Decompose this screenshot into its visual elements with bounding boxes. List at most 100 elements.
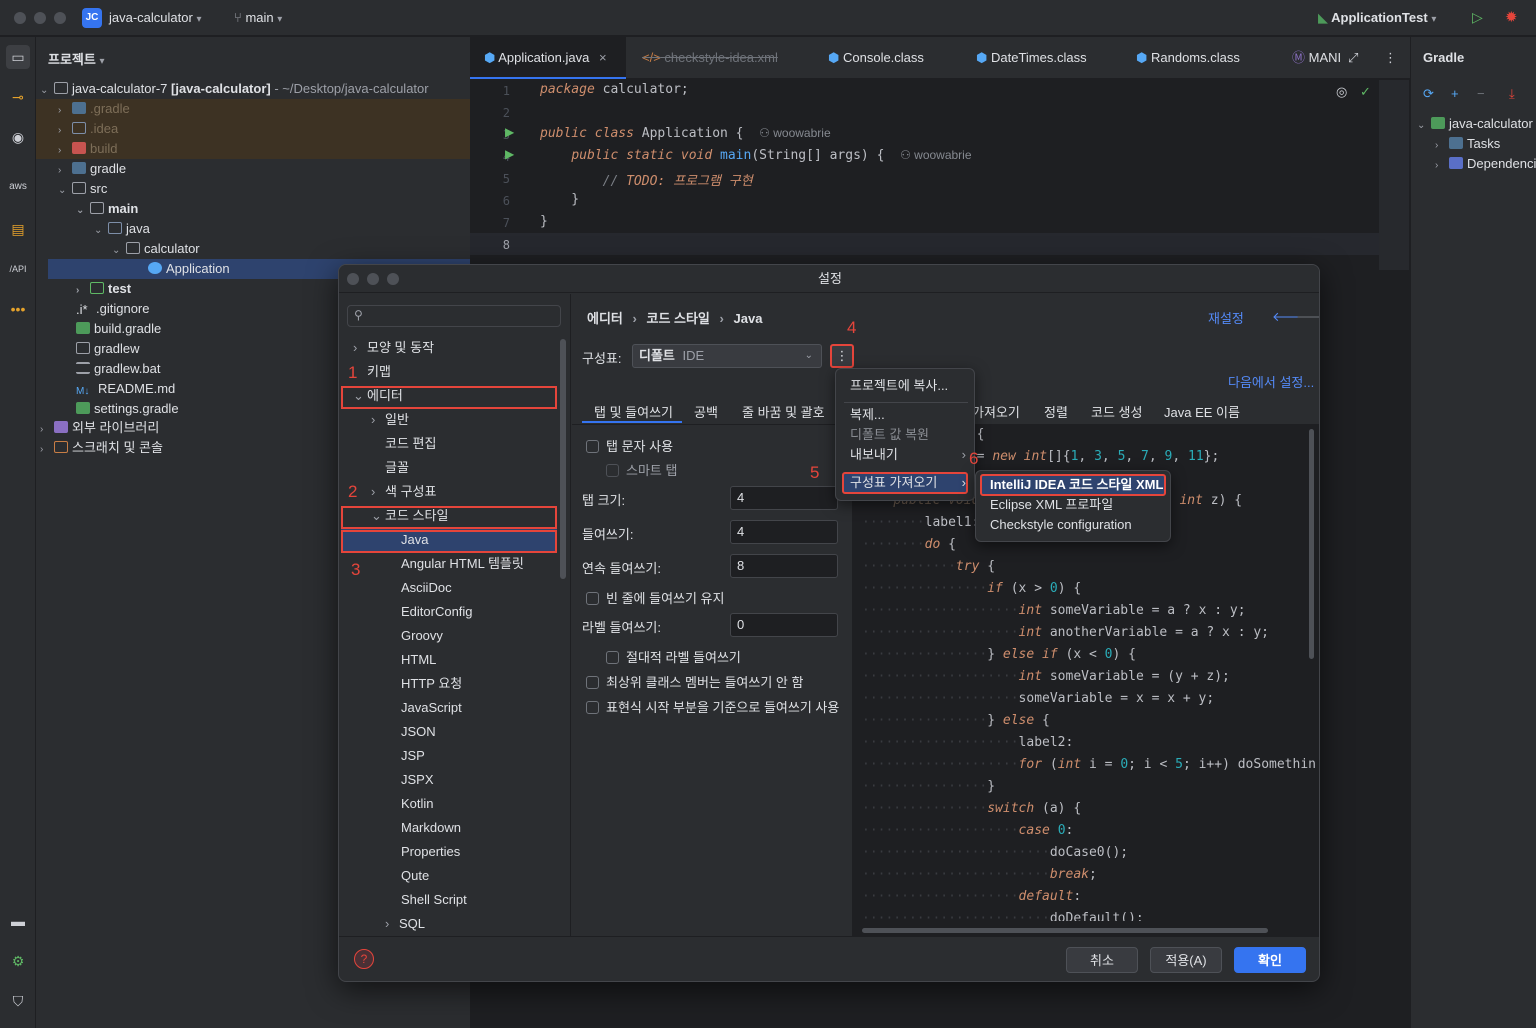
expr-indent-checkbox[interactable]: 표현식 시작 부분을 기준으로 들여쓰기 사용 — [586, 697, 839, 716]
apply-button[interactable]: 적용(A) — [1150, 947, 1222, 973]
close-icon[interactable]: × — [599, 50, 607, 65]
gradle-tree-item[interactable]: ›Dependencies — [1435, 154, 1536, 174]
ok-button[interactable]: 확인 — [1234, 947, 1306, 973]
tab-code-generation[interactable]: 코드 생성 — [1091, 402, 1142, 421]
gradle-tree-root[interactable]: ⌄ java-calculator — [1417, 114, 1533, 134]
run-gutter-icon[interactable]: ▶ — [505, 147, 514, 161]
tree-lang-item[interactable]: Markdown — [401, 816, 461, 840]
menu-restore-defaults[interactable]: 디폴트 값 복원 — [836, 425, 974, 445]
tree-color-scheme[interactable]: › 색 구성표 — [371, 480, 436, 504]
tree-keymap[interactable]: 키맵 — [367, 360, 391, 384]
tab-spaces[interactable]: 공백 — [694, 402, 718, 421]
tree-item[interactable]: settings.gradle — [76, 399, 179, 419]
help-icon[interactable]: ? — [354, 949, 374, 969]
tab-console-class[interactable]: ⬢ Console.class — [828, 37, 924, 79]
tab-randoms-class[interactable]: ⬢ Randoms.class — [1136, 37, 1240, 79]
tree-item[interactable]: ⌄ calculator — [112, 239, 200, 259]
tab-imports[interactable]: 가져오기 — [972, 402, 1020, 421]
menu-copy-to-project[interactable]: 프로젝트에 복사... — [836, 376, 974, 396]
tree-item[interactable]: › test — [76, 279, 131, 299]
submenu-checkstyle[interactable]: Checkstyle configuration — [976, 515, 1170, 535]
minimap[interactable] — [1379, 80, 1409, 270]
remove-icon[interactable]: − — [1477, 86, 1485, 101]
tree-sql[interactable]: › SQL — [385, 912, 425, 936]
tree-lang-item[interactable]: JavaScript — [401, 696, 462, 720]
author-hint[interactable]: ⚇ woowabrie — [759, 126, 830, 140]
dialog-zoom-button[interactable] — [387, 273, 399, 285]
tree-item[interactable]: gradlew.bat — [76, 359, 161, 379]
label-indent-input[interactable]: 0 — [730, 613, 838, 637]
menu-export[interactable]: 내보내기 › — [836, 445, 974, 465]
tree-item[interactable]: › .gradle — [58, 99, 130, 119]
indent-input[interactable]: 4 — [730, 520, 838, 544]
run-gutter-icon[interactable]: ▶ — [505, 125, 514, 139]
tree-item-selected[interactable]: Application — [148, 259, 230, 279]
tree-item[interactable]: .i* .gitignore — [76, 299, 149, 319]
tab-datetimes-class[interactable]: ⬢ DateTimes.class — [976, 37, 1087, 79]
tab-application-java[interactable]: ⬢ Application.java × — [470, 37, 626, 79]
close-window-button[interactable] — [14, 12, 26, 24]
tab-wrapping[interactable]: 줄 바꿈 및 괄호 — [742, 402, 825, 421]
more-vertical-icon[interactable]: ⋮ — [1384, 37, 1397, 79]
dialog-minimize-button[interactable] — [367, 273, 379, 285]
preview-h-scrollbar[interactable] — [862, 928, 1268, 933]
tree-item[interactable]: › gradle — [58, 159, 126, 179]
minimize-window-button[interactable] — [34, 12, 46, 24]
menu-duplicate[interactable]: 복제... — [836, 405, 974, 425]
tree-root[interactable]: ⌄ java-calculator-7 [java-calculator] - ~… — [40, 79, 429, 99]
tree-item[interactable]: › 외부 라이브러리 — [40, 418, 159, 438]
abs-label-indent-checkbox[interactable]: 절대적 라벨 들여쓰기 — [606, 647, 741, 666]
smart-tab-checkbox[interactable]: 스마트 탭 — [606, 460, 677, 479]
tree-lang-item[interactable]: Qute — [401, 864, 429, 888]
settings-gear-icon[interactable]: ⚙ — [6, 949, 30, 973]
tree-lang-item[interactable]: JSON — [401, 720, 436, 744]
api-icon[interactable]: /API — [6, 257, 30, 281]
tree-item[interactable]: build.gradle — [76, 319, 161, 339]
branch-switcher[interactable]: ⑂ main ▾ — [234, 10, 282, 25]
run-icon[interactable]: ▷ — [1472, 9, 1483, 26]
tree-appearance[interactable]: › 모양 및 동작 — [353, 336, 434, 360]
use-tab-checkbox[interactable]: 탭 문자 사용 — [586, 436, 673, 455]
tree-item[interactable]: › .idea — [58, 119, 118, 139]
tree-lang-item[interactable]: Shell Script — [401, 888, 467, 912]
cont-indent-input[interactable]: 8 — [730, 554, 838, 578]
tree-item[interactable]: › 스크래치 및 콘솔 — [40, 438, 163, 458]
more-tools-icon[interactable]: ••• — [6, 297, 30, 321]
github-icon[interactable]: ◉ — [6, 125, 30, 149]
submenu-eclipse-xml[interactable]: Eclipse XML 프로파일 — [976, 495, 1170, 515]
set-from-link[interactable]: 다음에서 설정... — [1228, 372, 1314, 391]
tree-lang-item[interactable]: AsciiDoc — [401, 576, 452, 600]
maximize-icon[interactable]: ⤢ — [1348, 37, 1358, 79]
tab-arrangement[interactable]: 정렬 — [1044, 402, 1068, 421]
keep-indent-checkbox[interactable]: 빈 줄에 들여쓰기 유지 — [586, 588, 724, 607]
preview-v-scrollbar[interactable] — [1309, 429, 1314, 659]
tree-item[interactable]: › build — [58, 139, 117, 159]
terminal-icon[interactable]: ▬ — [6, 909, 30, 933]
tree-lang-item[interactable]: HTML — [401, 648, 436, 672]
project-panel-title[interactable]: 프로젝트 ▾ — [48, 49, 105, 68]
services-icon[interactable]: ▤ — [6, 217, 30, 241]
submenu-intellij-xml[interactable]: IntelliJ IDEA 코드 스타일 XML — [976, 475, 1170, 495]
tree-item[interactable]: ⌄ java — [94, 219, 150, 239]
tab-javaee-names[interactable]: Java EE 이름 — [1164, 402, 1240, 421]
tree-code-editing[interactable]: 코드 편집 — [385, 432, 436, 456]
menu-import-scheme[interactable]: 구성표 가져오기 › — [836, 473, 974, 493]
project-view-icon[interactable]: ▭ — [6, 45, 30, 69]
settings-search-input[interactable]: ⚲ — [347, 305, 561, 327]
tree-lang-item[interactable]: Angular HTML 템플릿 — [401, 552, 524, 576]
download-icon[interactable]: ⤓ — [1509, 86, 1515, 102]
run-config-selector[interactable]: ◣ ApplicationTest ▾ — [1318, 10, 1436, 26]
tab-size-input[interactable]: 4 — [730, 486, 838, 510]
scheme-select[interactable]: 디폴트 IDE ⌄ — [632, 344, 822, 368]
tree-lang-item[interactable]: JSP — [401, 744, 425, 768]
reset-link[interactable]: 재설정 — [1208, 308, 1244, 327]
tree-lang-item[interactable]: Kotlin — [401, 792, 434, 816]
tree-item[interactable]: ⌄ src — [58, 179, 107, 199]
tree-font[interactable]: 글꼴 — [385, 456, 409, 480]
tree-item[interactable]: gradlew — [76, 339, 140, 359]
author-hint[interactable]: ⚇ woowabrie — [900, 148, 971, 162]
tree-lang-item[interactable]: HTTP 요청 — [401, 672, 462, 696]
tree-item[interactable]: M↓ README.md — [76, 379, 175, 399]
tree-lang-item[interactable]: Properties — [401, 840, 460, 864]
gradle-tree-item[interactable]: › Tasks — [1435, 134, 1500, 154]
